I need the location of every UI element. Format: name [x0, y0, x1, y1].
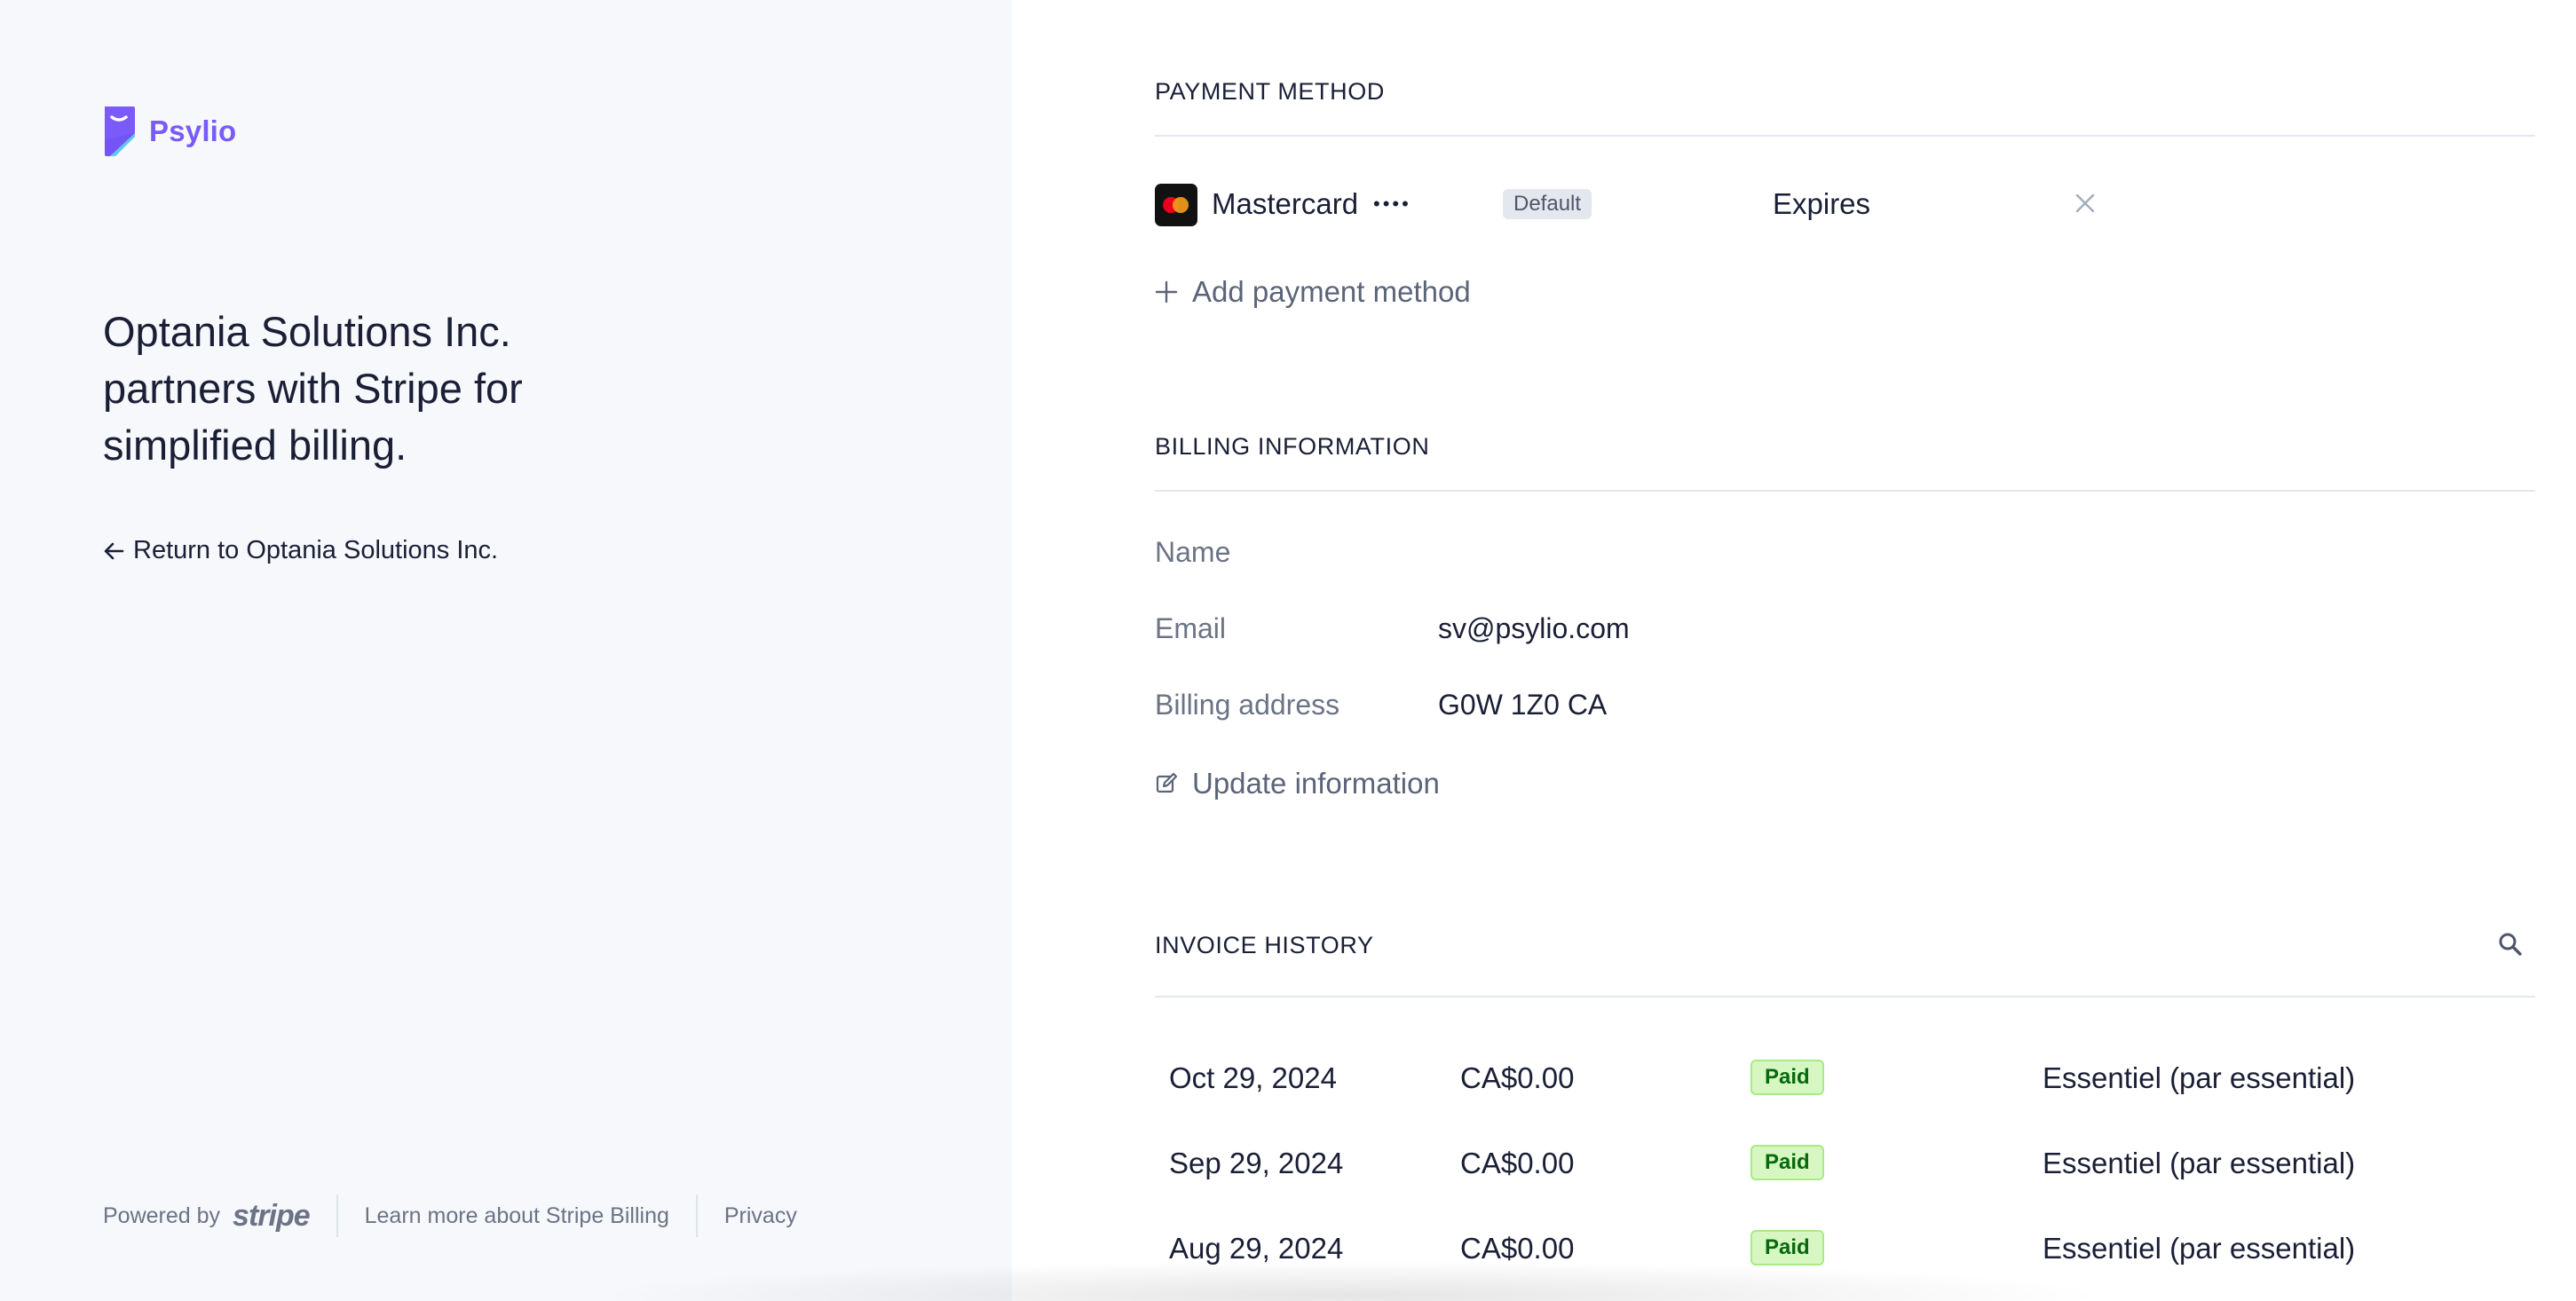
invoice-plan: Essentiel (par essential) [2043, 1147, 2356, 1179]
invoice-row[interactable]: Oct 29, 2024 CA$0.00 Paid Essentiel (par… [1169, 1051, 2518, 1104]
invoice-amount: CA$0.00 [1460, 1147, 1575, 1179]
payment-method-title: PAYMENT METHOD [1155, 78, 1385, 105]
invoice-date: Oct 29, 2024 [1169, 1061, 1337, 1094]
payment-method-row: Mastercard •••• Default Expires [1155, 182, 2095, 228]
footer: Powered by stripe Learn more about Strip… [103, 1193, 797, 1239]
section-divider [1155, 996, 2535, 997]
name-label: Name [1155, 536, 1231, 568]
invoice-plan: Essentiel (par essential) [2043, 1061, 2356, 1094]
invoice-amount: CA$0.00 [1460, 1061, 1575, 1094]
plus-icon [1155, 280, 1178, 304]
paid-badge: Paid [1750, 1145, 1824, 1180]
search-icon [2499, 933, 2522, 956]
brand-name: Psylio [149, 114, 237, 147]
default-badge: Default [1503, 189, 1592, 219]
psylio-logo-icon [103, 106, 135, 156]
add-payment-method-button[interactable]: Add payment method [1155, 275, 1471, 309]
billing-portal-panel: PAYMENT METHOD Mastercard •••• Default E… [1012, 0, 2576, 1301]
invoice-history-title: INVOICE HISTORY [1155, 932, 1374, 958]
privacy-link[interactable]: Privacy [724, 1203, 797, 1229]
stripe-logo: stripe [233, 1198, 311, 1233]
remove-payment-method-button[interactable] [2067, 185, 2103, 221]
card-expires: Expires [1773, 187, 1871, 220]
billing-address-label: Billing address [1155, 689, 1340, 721]
learn-more-link[interactable]: Learn more about Stripe Billing [365, 1203, 669, 1229]
footer-divider [695, 1195, 698, 1237]
add-payment-method-label: Add payment method [1192, 275, 1471, 308]
update-information-button[interactable]: Update information [1155, 767, 1440, 800]
arrow-left-icon [104, 542, 124, 559]
invoice-date: Aug 29, 2024 [1169, 1232, 1344, 1265]
update-information-label: Update information [1192, 767, 1440, 800]
return-link-label: Return to Optania Solutions Inc. [133, 536, 499, 564]
headline-line: Optania Solutions Inc. [103, 308, 511, 355]
powered-by[interactable]: Powered by stripe [103, 1198, 311, 1234]
paid-badge: Paid [1750, 1060, 1824, 1095]
return-to-merchant-link[interactable]: Return to Optania Solutions Inc. [103, 536, 498, 565]
headline-line: simplified billing. [103, 422, 407, 469]
invoice-plan: Essentiel (par essential) [2043, 1232, 2356, 1265]
invoice-row[interactable]: Aug 29, 2024 CA$0.00 Paid Essentiel (par… [1169, 1221, 2518, 1274]
invoice-date: Sep 29, 2024 [1169, 1147, 1344, 1179]
search-invoices-button[interactable] [2496, 930, 2525, 958]
headline-line: partners with Stripe for [103, 365, 523, 412]
edit-icon [1156, 772, 1178, 793]
card-masked-number: •••• [1373, 193, 1411, 215]
invoice-row[interactable]: Sep 29, 2024 CA$0.00 Paid Essentiel (par… [1169, 1136, 2518, 1189]
card-brand: Mastercard [1212, 187, 1359, 220]
powered-by-label: Powered by [103, 1202, 221, 1228]
close-icon [2075, 193, 2095, 213]
billing-information-title: BILLING INFORMATION [1155, 433, 1430, 460]
email-label: Email [1155, 612, 1227, 644]
section-divider [1155, 490, 2535, 492]
paid-badge: Paid [1750, 1230, 1824, 1266]
footer-divider [336, 1195, 338, 1237]
mastercard-icon [1155, 184, 1197, 226]
brand: Psylio [103, 106, 236, 156]
merchant-panel: Psylio Optania Solutions Inc. partners w… [0, 0, 1012, 1301]
headline: Optania Solutions Inc. partners with Str… [103, 304, 600, 474]
email-value: sv@psylio.com [1438, 612, 1630, 644]
section-divider [1155, 135, 2535, 137]
invoice-amount: CA$0.00 [1460, 1232, 1575, 1265]
billing-address-value: G0W 1Z0 CA [1438, 689, 1608, 721]
